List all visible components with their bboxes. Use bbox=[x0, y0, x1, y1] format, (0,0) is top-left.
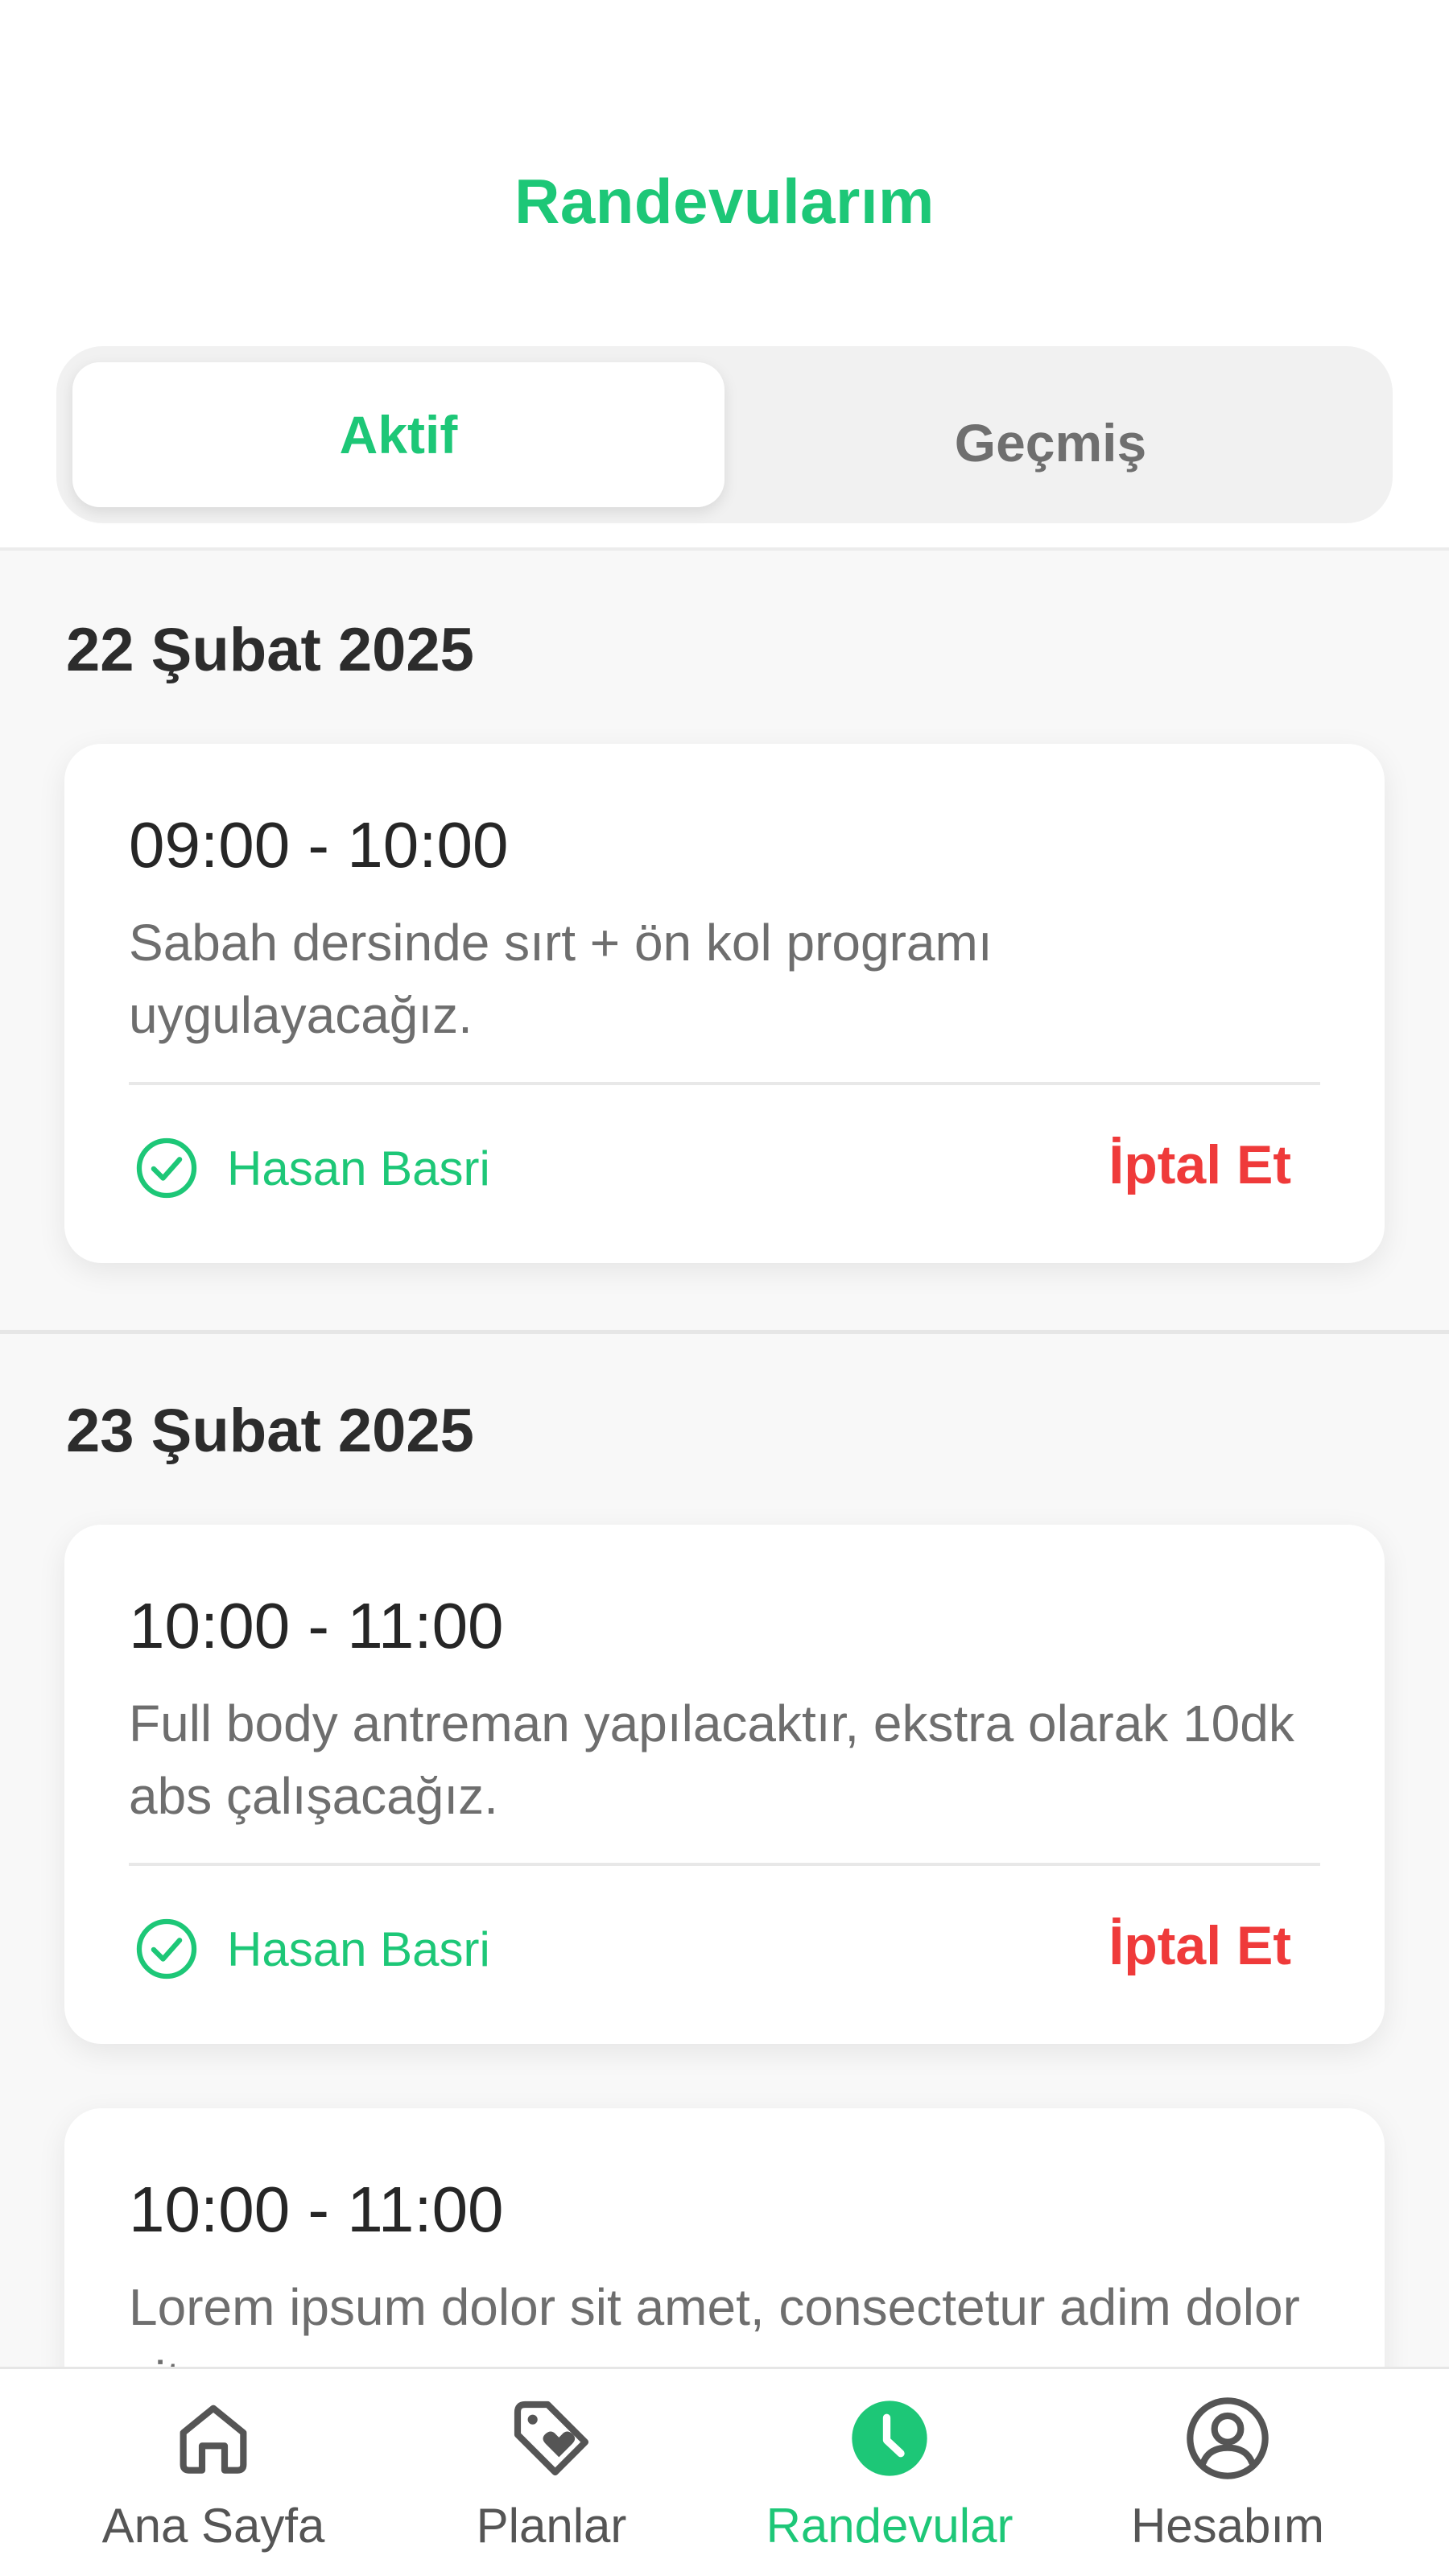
card-divider bbox=[129, 1082, 1320, 1085]
home-icon bbox=[180, 2405, 247, 2474]
appointment-card: 09:00 - 10:00 Sabah dersinde sırt + ön k… bbox=[64, 744, 1385, 1263]
trainer-info: Hasan Basri bbox=[132, 1132, 490, 1204]
bottom-navigation: Ana Sayfa Planlar Randevular Hesabım bbox=[0, 2367, 1449, 2576]
trainer-info: Hasan Basri bbox=[132, 1913, 490, 1985]
appointments-list[interactable]: 22 Şubat 2025 09:00 - 10:00 Sabah dersin… bbox=[0, 547, 1449, 2367]
check-circle-icon bbox=[136, 1918, 197, 1979]
nav-label: Ana Sayfa bbox=[101, 2499, 325, 2553]
card-divider bbox=[129, 1863, 1320, 1866]
trainer-name: Hasan Basri bbox=[227, 1922, 490, 1976]
nav-item-appointments[interactable]: Randevular bbox=[720, 2369, 1059, 2576]
cancel-button[interactable]: İptal Et bbox=[1108, 1914, 1291, 1977]
nav-label: Planlar bbox=[476, 2499, 627, 2553]
tab-history[interactable]: Geçmiş bbox=[724, 370, 1377, 515]
section-divider bbox=[0, 1330, 1449, 1334]
user-circle-icon bbox=[1187, 2397, 1269, 2479]
date-heading: 22 Şubat 2025 bbox=[66, 616, 474, 684]
trainer-name: Hasan Basri bbox=[227, 1141, 490, 1195]
nav-item-home[interactable]: Ana Sayfa bbox=[44, 2369, 382, 2576]
nav-label: Hesabım bbox=[1130, 2499, 1325, 2553]
appointment-description: Lorem ipsum dolor sit amet, consectetur … bbox=[129, 2278, 1300, 2367]
segmented-control: Aktif Geçmiş bbox=[56, 346, 1393, 523]
nav-item-plans[interactable]: Planlar bbox=[382, 2369, 720, 2576]
header: Randevularım Aktif Geçmiş bbox=[0, 0, 1449, 547]
appointment-description: Sabah dersinde sırt + ön kol programı uy… bbox=[129, 914, 993, 1044]
check-circle-icon bbox=[136, 1137, 197, 1199]
tab-active[interactable]: Aktif bbox=[72, 362, 724, 507]
date-heading: 23 Şubat 2025 bbox=[66, 1397, 474, 1465]
page-title: Randevularım bbox=[514, 166, 935, 237]
appointment-card: 10:00 - 11:00 Lorem ipsum dolor sit amet… bbox=[64, 2108, 1385, 2367]
tag-heart-icon bbox=[514, 2401, 589, 2476]
nav-item-account[interactable]: Hesabım bbox=[1059, 2369, 1397, 2576]
appointment-time: 09:00 - 10:00 bbox=[129, 809, 509, 881]
appointment-description: Full body antreman yapılacaktır, ekstra … bbox=[129, 1695, 1294, 1825]
appointment-time: 10:00 - 11:00 bbox=[129, 1590, 504, 1662]
nav-label: Randevular bbox=[766, 2499, 1013, 2553]
clock-icon bbox=[852, 2401, 927, 2476]
appointment-time: 10:00 - 11:00 bbox=[129, 2174, 504, 2245]
appointments-screen: Randevularım Aktif Geçmiş 22 Şubat 2025 … bbox=[0, 0, 1449, 2576]
cancel-button[interactable]: İptal Et bbox=[1108, 1133, 1291, 1196]
appointment-card: 10:00 - 11:00 Full body antreman yapılac… bbox=[64, 1525, 1385, 2044]
